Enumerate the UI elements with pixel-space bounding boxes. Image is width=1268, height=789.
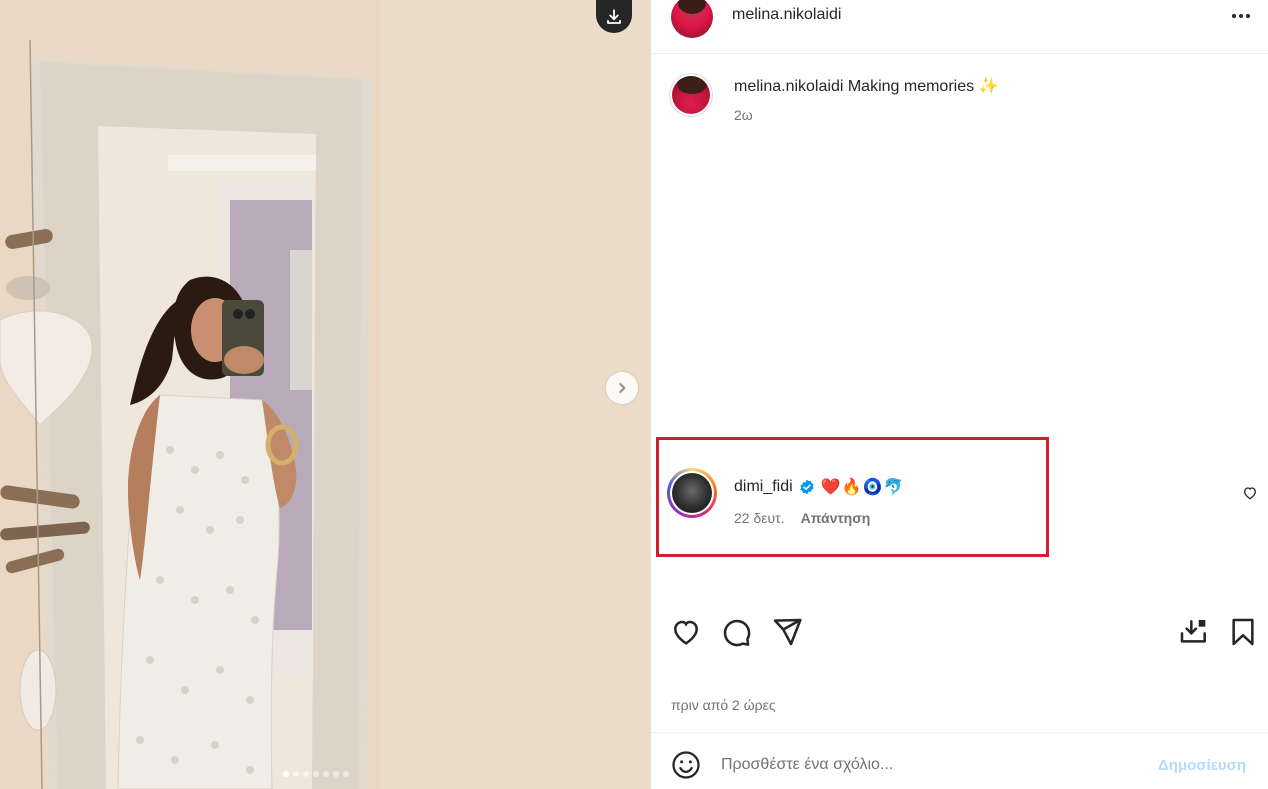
carousel-dot [293,771,299,777]
post-comment-button[interactable]: Δημοσίευση [1158,757,1246,774]
commenter-username[interactable]: dimi_fidi [734,478,793,496]
reply-button[interactable]: Απάντηση [801,510,871,526]
commenter-avatar[interactable] [667,468,717,518]
caption-text: Making memories ✨ [847,78,999,95]
caption-avatar[interactable] [669,73,713,117]
author-avatar[interactable] [671,0,713,38]
carousel-next-button[interactable] [606,372,638,404]
carousel-dot [323,771,329,777]
comment-header: dimi_fidi ❤️🔥🧿🐬 [734,477,904,497]
bookmark-icon[interactable] [1227,616,1259,648]
chevron-right-icon [619,382,626,394]
post-timestamp[interactable]: πριν από 2 ώρες [671,697,776,713]
carousel-dot [313,771,319,777]
post-photo [0,0,651,789]
add-comment-bar: Δημοσίευση [651,732,1268,789]
heart-icon[interactable] [670,616,702,648]
carousel-indicator [283,771,349,777]
comment-heart-icon[interactable] [1242,485,1258,501]
comment-item: dimi_fidi ❤️🔥🧿🐬 22 δευτ. Απάντηση [651,460,1268,530]
verified-badge-icon [800,479,814,495]
comment-icon[interactable] [720,616,752,648]
post-header: melina.nikolaidi [651,0,1268,54]
download-icon [607,8,621,24]
comment-input[interactable] [721,753,1121,777]
more-horizontal-icon[interactable] [1229,4,1253,28]
carousel-dot [283,771,289,777]
caption-text-line: melina.nikolaidi Making memories ✨ [734,76,998,96]
comment-time[interactable]: 22 δευτ. [734,510,785,526]
comment-text: ❤️🔥🧿🐬 [820,479,905,496]
emoji-icon[interactable] [671,750,701,780]
carousel-dot [303,771,309,777]
comment-meta: 22 δευτ. Απάντηση [734,510,870,526]
download-tray-icon[interactable] [1178,616,1210,648]
carousel-dot [333,771,339,777]
post-actions [651,612,1268,652]
caption-time[interactable]: 2ω [734,107,753,123]
author-username[interactable]: melina.nikolaidi [732,6,841,24]
caption-username[interactable]: melina.nikolaidi [734,78,843,95]
carousel-dot [343,771,349,777]
post-side-panel: melina.nikolaidi melina.nikolaidi Making… [651,0,1268,789]
send-icon[interactable] [771,616,803,648]
post-media[interactable] [0,0,651,789]
